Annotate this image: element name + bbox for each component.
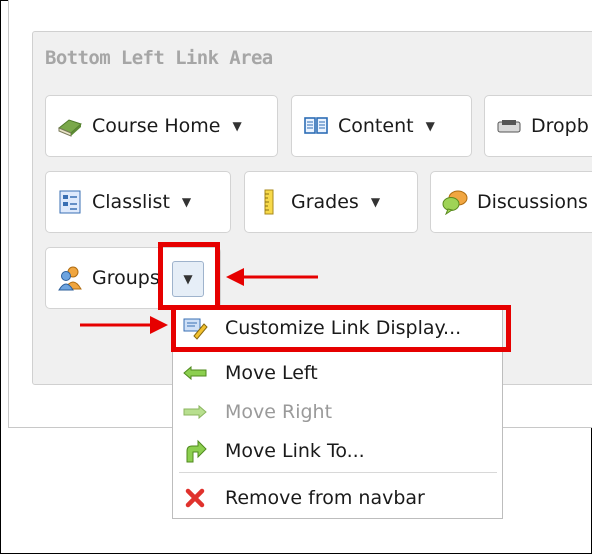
nav-link-label: Course Home bbox=[92, 115, 221, 137]
link-context-menu: Customize Link Display... Move Left Move… bbox=[172, 305, 503, 519]
area-title: Bottom Left Link Area bbox=[45, 47, 273, 69]
menu-item-label: Customize Link Display... bbox=[225, 317, 462, 339]
book-icon bbox=[56, 112, 84, 140]
arrow-right-icon bbox=[181, 398, 209, 426]
chevron-down-icon: ▼ bbox=[183, 272, 193, 286]
move-to-icon bbox=[181, 437, 209, 465]
chevron-down-icon[interactable]: ▼ bbox=[232, 119, 241, 133]
nav-link-label: Discussions bbox=[477, 191, 588, 213]
menu-item-label: Move Link To... bbox=[225, 440, 365, 462]
menu-item-move-left[interactable]: Move Left bbox=[173, 355, 502, 391]
nav-link-content[interactable]: Content ▼ bbox=[291, 95, 472, 157]
chevron-down-icon[interactable]: ▼ bbox=[426, 119, 435, 133]
menu-divider bbox=[179, 472, 497, 473]
annotation-arrow-right-icon bbox=[80, 316, 168, 334]
nav-link-label: Grades bbox=[291, 191, 359, 213]
nav-link-label: Groups bbox=[92, 267, 160, 289]
menu-item-label: Move Right bbox=[225, 401, 333, 423]
menu-item-label: Move Left bbox=[225, 362, 318, 384]
annotation-arrow-left-icon bbox=[226, 268, 318, 286]
ruler-icon bbox=[255, 188, 283, 216]
people-icon bbox=[56, 264, 84, 292]
dropbox-icon bbox=[495, 112, 523, 140]
nav-link-dropbox[interactable]: Dropb bbox=[484, 95, 592, 157]
chevron-down-icon[interactable]: ▼ bbox=[182, 195, 191, 209]
customize-icon bbox=[181, 314, 209, 342]
nav-link-discussions[interactable]: Discussions bbox=[430, 171, 592, 233]
menu-item-remove-from-navbar[interactable]: Remove from navbar bbox=[173, 480, 502, 516]
menu-item-move-link-to[interactable]: Move Link To... bbox=[173, 433, 502, 469]
chevron-down-icon[interactable]: ▼ bbox=[371, 195, 380, 209]
nav-link-label: Content bbox=[338, 115, 414, 137]
groups-dropdown-toggle[interactable]: ▼ bbox=[172, 261, 204, 297]
menu-item-move-right: Move Right bbox=[173, 394, 502, 430]
speech-bubbles-icon bbox=[441, 188, 469, 216]
nav-link-label: Dropb bbox=[531, 115, 589, 137]
arrow-left-icon bbox=[181, 359, 209, 387]
nav-link-course-home[interactable]: Course Home ▼ bbox=[45, 95, 278, 157]
nav-link-label: Classlist bbox=[92, 191, 170, 213]
open-book-icon bbox=[302, 112, 330, 140]
red-x-icon bbox=[181, 484, 209, 512]
nav-link-classlist[interactable]: Classlist ▼ bbox=[45, 171, 231, 233]
menu-item-label: Remove from navbar bbox=[225, 487, 425, 509]
menu-item-customize-link-display[interactable]: Customize Link Display... bbox=[173, 310, 502, 346]
classlist-icon bbox=[56, 188, 84, 216]
nav-link-grades[interactable]: Grades ▼ bbox=[244, 171, 418, 233]
